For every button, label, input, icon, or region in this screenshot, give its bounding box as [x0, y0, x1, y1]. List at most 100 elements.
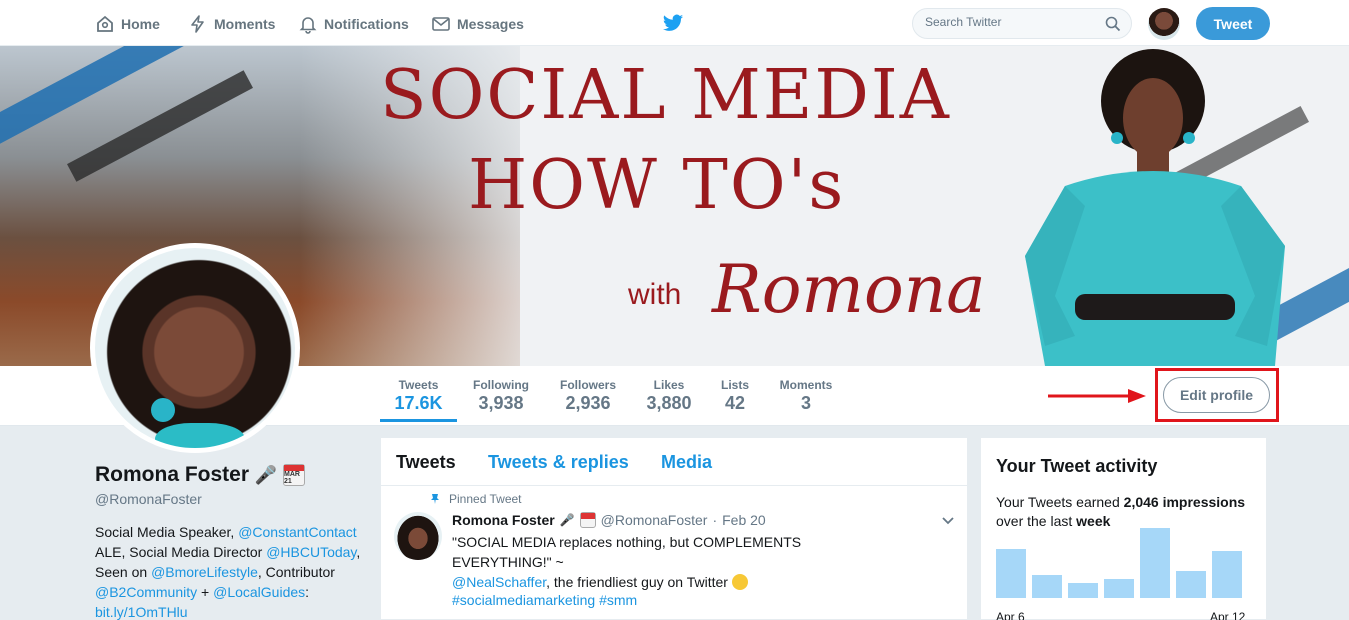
bell-icon: [299, 17, 317, 34]
avatar-earring: [151, 398, 175, 422]
tab-tweets-replies[interactable]: Tweets & replies: [488, 452, 629, 473]
home-icon: [97, 15, 113, 32]
stat-value: 17.6K: [394, 393, 443, 413]
stat-value: 2,936: [565, 393, 611, 413]
stat-tweets[interactable]: Tweets 17.6K: [380, 378, 457, 422]
tweet-header: Romona Foster 🎤 @RomonaFoster · Feb 20: [452, 512, 766, 528]
bio-text: , Contributor: [257, 564, 335, 580]
bio-link[interactable]: bit.ly/1OmTHlu: [95, 604, 188, 620]
activity-bar[interactable]: [1176, 571, 1206, 598]
top-navigation: Home Moments Notifications Messages Twee…: [0, 0, 1349, 46]
profile-avatar[interactable]: [90, 243, 300, 453]
profile-name[interactable]: Romona Foster: [95, 463, 249, 487]
pinned-tweet-label: Pinned Tweet: [429, 492, 522, 506]
stat-label: Following: [473, 378, 529, 392]
tweet-button[interactable]: Tweet: [1196, 7, 1270, 40]
bar-start-label: Apr 6: [996, 610, 1025, 620]
bio-link[interactable]: @BmoreLifestyle: [151, 564, 258, 580]
timeline-tabs: Tweets Tweets & replies Media: [381, 438, 969, 486]
activity-bar-chart[interactable]: [996, 528, 1244, 608]
nav-notifications-label: Notifications: [324, 16, 409, 32]
profile-bio: Social Media Speaker, @ConstantContact A…: [95, 522, 365, 620]
activity-impressions: 2,046 impressions: [1123, 494, 1246, 510]
tweet-mention[interactable]: @NealSchaffer: [452, 574, 546, 590]
banner-with: with: [628, 278, 682, 311]
activity-text: Your Tweets earned: [996, 494, 1124, 510]
bio-text: Social Media Speaker,: [95, 524, 239, 540]
profile-handle[interactable]: @RomonaFoster: [95, 491, 202, 507]
profile-name-row: Romona Foster 🎤 MAR 21: [95, 463, 306, 487]
banner-portrait: [1025, 49, 1285, 366]
search-box: [912, 8, 1132, 39]
activity-bar[interactable]: [1212, 551, 1242, 598]
activity-bar[interactable]: [1032, 575, 1062, 598]
tweet-author-handle[interactable]: @RomonaFoster: [601, 512, 708, 528]
bio-text: +: [197, 584, 214, 600]
activity-summary: Your Tweets earned 2,046 impressions ove…: [996, 493, 1256, 531]
account-avatar[interactable]: [1148, 8, 1180, 40]
banner-title-line1: SOCIAL MEDIA: [380, 56, 951, 135]
banner-signature: Romona: [712, 251, 986, 328]
pin-icon: [431, 494, 439, 504]
nav-home-label: Home: [121, 16, 160, 32]
activity-bar[interactable]: [996, 549, 1026, 598]
stat-lists[interactable]: Lists 42: [716, 378, 754, 414]
stat-value: 3,880: [646, 393, 692, 413]
twitter-bird-icon[interactable]: [662, 12, 684, 34]
tweet-activity-card: Your Tweet activity Your Tweets earned 2…: [980, 437, 1267, 620]
tweet-date[interactable]: Feb 20: [722, 512, 766, 528]
lightning-icon: [191, 15, 204, 33]
pinned-text: Pinned Tweet: [449, 492, 522, 506]
nav-moments[interactable]: Moments: [188, 13, 275, 35]
bio-link[interactable]: @ConstantContact: [238, 524, 357, 540]
nav-notifications[interactable]: Notifications: [298, 13, 409, 35]
calendar-emoji-text: MAR 21: [284, 470, 300, 485]
red-arrow-annotation: [1048, 389, 1146, 403]
activity-bar[interactable]: [1068, 583, 1098, 598]
calendar-icon: [579, 512, 596, 528]
calendar-icon: MAR 21: [283, 464, 306, 486]
tab-media[interactable]: Media: [661, 452, 712, 473]
search-icon[interactable]: [1105, 16, 1121, 32]
tweet-dot: ·: [712, 512, 718, 528]
stat-followers[interactable]: Followers 2,936: [556, 378, 620, 414]
bar-end-label: Apr 12: [1210, 610, 1246, 620]
tweet-author-name[interactable]: Romona Foster: [452, 512, 555, 528]
bio-link[interactable]: @HBCUToday: [266, 544, 356, 560]
stat-following[interactable]: Following 3,938: [468, 378, 534, 414]
nav-messages[interactable]: Messages: [431, 13, 524, 35]
microphone-icon: 🎤: [559, 513, 575, 527]
banner-title-line2: HOW TO's: [468, 146, 846, 225]
tweet-text-part: "SOCIAL MEDIA replaces nothing, but COMP…: [452, 534, 802, 570]
tab-tweets[interactable]: Tweets: [396, 452, 456, 473]
tweet-hashtags[interactable]: #socialmediamarketing #smm: [452, 592, 637, 608]
nav-home[interactable]: Home: [95, 13, 160, 35]
bio-link[interactable]: @B2Community: [95, 584, 197, 600]
avatar-shirt: [155, 423, 245, 448]
bio-text: :: [305, 584, 310, 600]
chevron-down-icon[interactable]: [941, 514, 955, 528]
stat-label: Moments: [779, 378, 833, 392]
activity-title: Your Tweet activity: [996, 456, 1158, 476]
activity-bar[interactable]: [1104, 579, 1134, 598]
stat-likes[interactable]: Likes 3,880: [643, 378, 695, 414]
activity-period: week: [1076, 513, 1111, 529]
stat-label: Lists: [720, 378, 749, 392]
stat-value: 42: [724, 393, 746, 413]
nav-moments-label: Moments: [214, 16, 276, 32]
stat-value: 3: [800, 393, 811, 413]
nav-messages-label: Messages: [457, 16, 524, 32]
stat-label: Likes: [653, 378, 685, 392]
tweet-avatar[interactable]: [394, 512, 442, 560]
activity-text: over the last: [996, 513, 1077, 529]
edit-profile-button[interactable]: Edit profile: [1163, 377, 1270, 413]
stat-label: Followers: [559, 378, 616, 392]
stat-moments[interactable]: Moments 3: [775, 378, 837, 414]
microphone-icon: 🎤: [254, 464, 278, 485]
search-input[interactable]: [925, 15, 1095, 29]
tweet-text: "SOCIAL MEDIA replaces nothing, but COMP…: [452, 532, 902, 592]
smiley-icon: [731, 574, 748, 590]
activity-bar[interactable]: [1140, 528, 1170, 598]
stat-label: Tweets: [398, 378, 439, 392]
bio-link[interactable]: @LocalGuides: [213, 584, 305, 600]
